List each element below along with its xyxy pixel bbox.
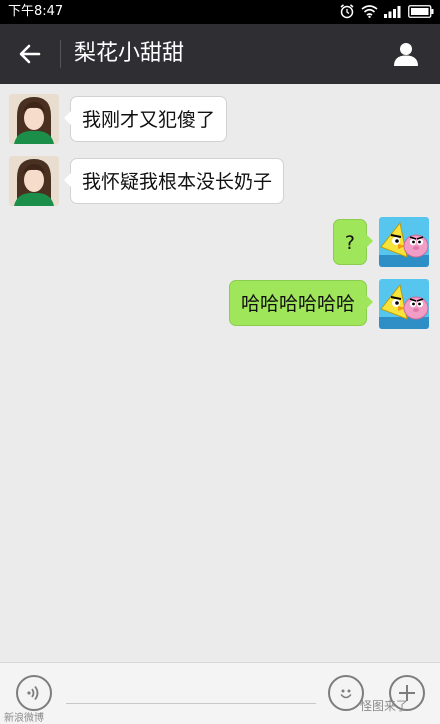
back-arrow-icon bbox=[19, 44, 41, 64]
status-bar: 下午8:47 bbox=[0, 0, 440, 24]
message-row: 我怀疑我根本没长奶子 bbox=[0, 146, 440, 208]
chat-header: 梨花小甜甜 bbox=[0, 24, 440, 84]
input-bar: 怪图来了 新浪微博 bbox=[0, 662, 440, 724]
message-row: 我刚才又犯傻了 bbox=[0, 84, 440, 146]
watermark-weibo: 新浪微博 bbox=[4, 713, 44, 724]
bubble-tail bbox=[64, 111, 71, 125]
sent-message-bubble[interactable]: ? bbox=[332, 219, 373, 265]
header-divider bbox=[60, 40, 61, 68]
chat-area[interactable]: 我刚才又犯傻了 我怀疑我根本没长奶子 ? 哈哈哈哈哈哈 bbox=[0, 84, 440, 662]
chat-title: 梨花小甜甜 bbox=[74, 41, 185, 66]
battery-icon bbox=[408, 4, 434, 18]
message-text: 我刚才又犯傻了 bbox=[82, 109, 216, 131]
bubble-tail bbox=[366, 234, 373, 248]
received-message-bubble[interactable]: 我怀疑我根本没长奶子 bbox=[64, 158, 285, 204]
message-text: ? bbox=[344, 232, 355, 254]
emoji-button[interactable] bbox=[328, 675, 364, 711]
contact-avatar[interactable] bbox=[9, 156, 59, 206]
contact-avatar[interactable] bbox=[9, 94, 59, 144]
message-row: 哈哈哈哈哈哈 bbox=[0, 270, 440, 332]
my-avatar[interactable] bbox=[379, 279, 429, 329]
bubble-tail bbox=[366, 295, 373, 309]
bubble-tail bbox=[64, 173, 71, 187]
voice-icon bbox=[27, 685, 39, 701]
status-time: 下午8:47 bbox=[8, 4, 64, 19]
back-button[interactable] bbox=[10, 34, 50, 74]
message-row: ? bbox=[0, 208, 440, 270]
my-avatar[interactable] bbox=[379, 217, 429, 267]
profile-button[interactable] bbox=[386, 34, 426, 74]
message-text: 哈哈哈哈哈哈 bbox=[240, 293, 355, 315]
message-input[interactable] bbox=[66, 703, 316, 704]
message-text: 我怀疑我根本没长奶子 bbox=[82, 171, 273, 193]
voice-button[interactable] bbox=[16, 675, 52, 711]
received-message-bubble[interactable]: 我刚才又犯傻了 bbox=[64, 96, 228, 142]
person-icon bbox=[394, 43, 418, 66]
alarm-icon bbox=[340, 4, 354, 19]
emoji-icon bbox=[340, 689, 352, 699]
wifi-icon bbox=[361, 5, 378, 18]
status-icons bbox=[339, 3, 434, 19]
signal-icon bbox=[384, 5, 401, 18]
watermark-text: 怪图来了 bbox=[360, 699, 409, 713]
sent-message-bubble[interactable]: 哈哈哈哈哈哈 bbox=[228, 280, 373, 326]
